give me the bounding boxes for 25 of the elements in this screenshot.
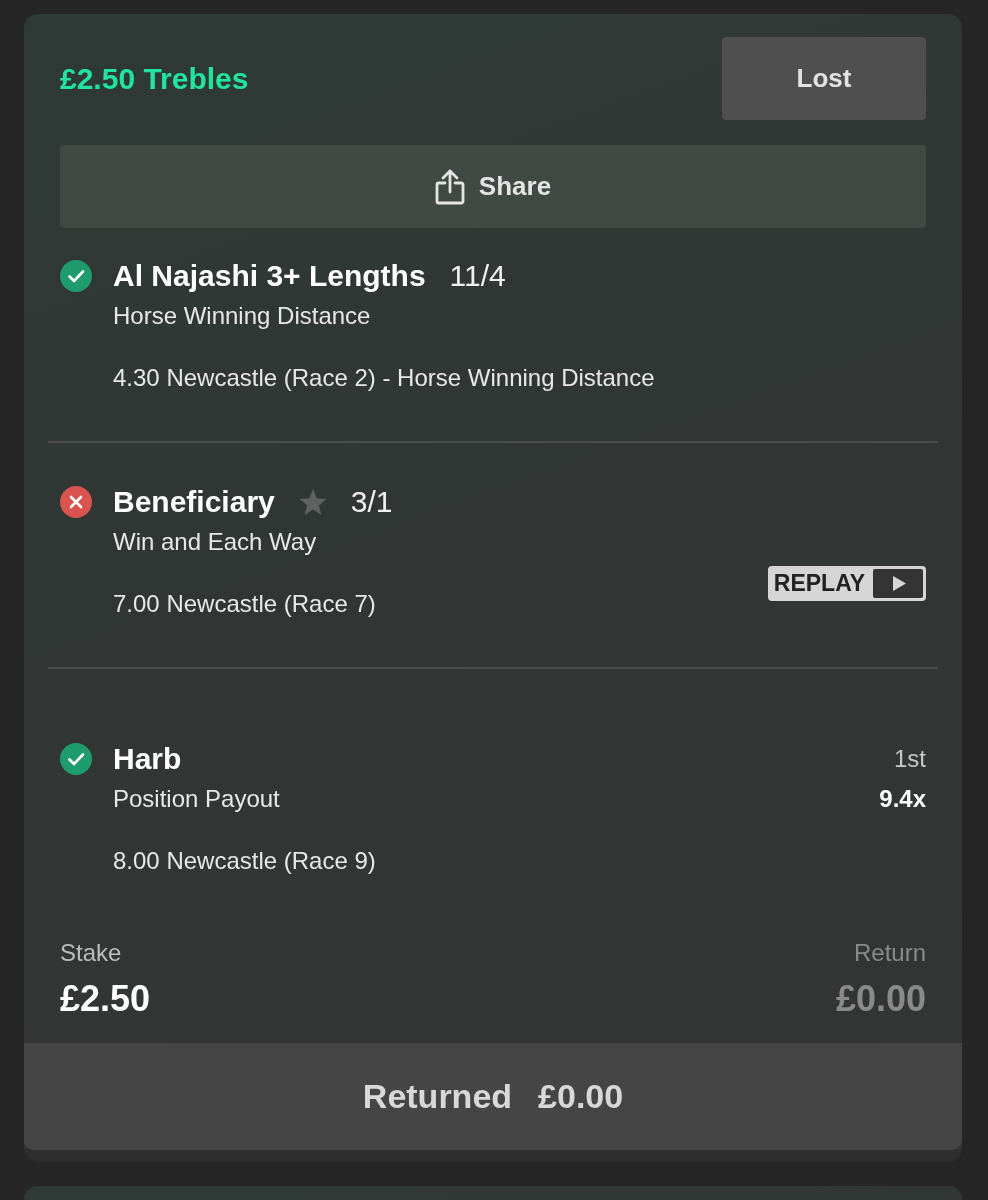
market-name: Horse Winning Distance: [113, 301, 372, 331]
market-name: Win and Each Way: [113, 527, 318, 557]
finish-position: 1st: [894, 744, 926, 774]
selection-odds: 3/1: [350, 484, 393, 520]
return-label: Return: [853, 938, 926, 968]
replay-button[interactable]: REPLAY: [767, 566, 926, 601]
bet-status-badge: Lost: [722, 37, 926, 120]
bet-title: £2.50 Trebles: [60, 60, 249, 97]
race-event: 8.00 Newcastle (Race 9): [113, 846, 377, 876]
stake-amount: £2.50: [60, 978, 151, 1020]
race-event: 7.00 Newcastle (Race 7): [113, 589, 377, 619]
selection-name: Harb: [113, 741, 182, 777]
race-event: 4.30 Newcastle (Race 2) - Horse Winning Distance: [113, 363, 656, 393]
returned-amount: £0.00: [538, 1077, 624, 1116]
returned-label: Returned: [362, 1077, 513, 1116]
share-icon: [434, 168, 465, 205]
stake-label: Stake: [60, 938, 122, 968]
share-button[interactable]: Share: [60, 145, 926, 228]
payout-multiplier: 9.4x: [879, 784, 926, 814]
play-icon: [873, 569, 923, 598]
market-name: Position Payout: [113, 784, 281, 814]
selection-odds: 11/4: [449, 258, 506, 294]
return-amount: £0.00: [835, 978, 926, 1020]
selection-name: Beneficiary: [113, 484, 275, 520]
selection-name: Al Najashi 3+ Lengths: [113, 258, 426, 294]
